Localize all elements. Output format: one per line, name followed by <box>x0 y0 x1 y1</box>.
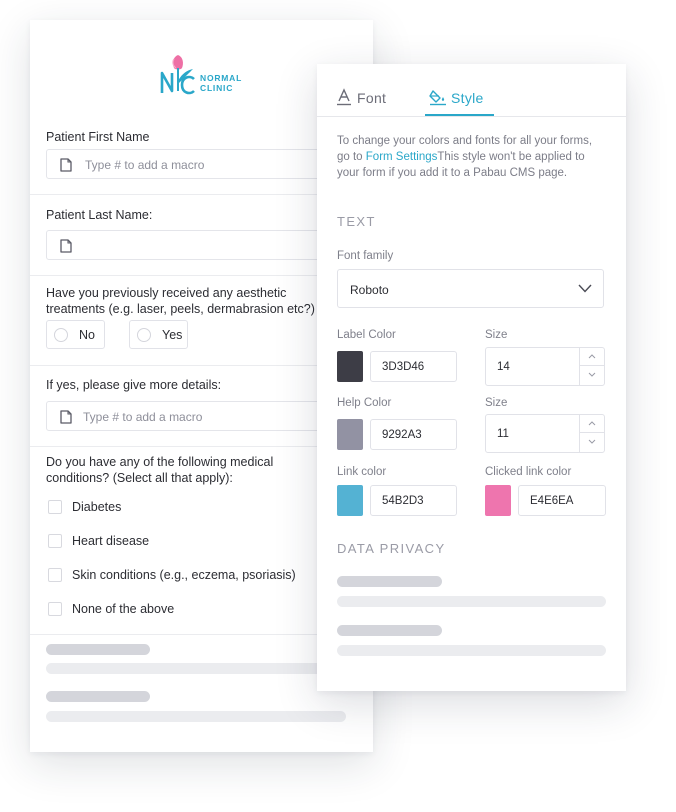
form-settings-link[interactable]: Form Settings <box>366 151 438 163</box>
first-name-placeholder: Type # to add a macro <box>85 158 205 172</box>
size-stepper <box>579 415 604 452</box>
font-family-label: Font family <box>337 250 394 262</box>
document-icon <box>60 239 72 253</box>
skeleton-line <box>46 711 346 722</box>
skeleton-line <box>46 691 150 702</box>
radio-circle <box>54 328 68 342</box>
chevron-down-icon <box>578 284 592 293</box>
help-size-value: 11 <box>497 428 509 440</box>
skeleton-line <box>337 625 442 636</box>
radio-label: Yes <box>162 328 183 342</box>
label-color-value: 3D3D46 <box>382 361 425 373</box>
style-info-text: To change your colors and fonts for all … <box>337 133 607 181</box>
document-icon <box>60 158 72 172</box>
checkbox-box <box>48 602 62 616</box>
checkbox-label: Heart disease <box>72 534 150 548</box>
link-color-value: 54B2D3 <box>382 495 424 507</box>
help-color-swatch[interactable] <box>337 419 363 450</box>
skeleton-line <box>337 576 442 587</box>
stepper-down-button[interactable] <box>580 366 604 384</box>
checkbox-box <box>48 500 62 514</box>
first-name-label: Patient First Name <box>46 130 150 144</box>
clicked-link-color-value: E4E6EA <box>530 495 574 507</box>
stepper-up-button[interactable] <box>580 348 604 366</box>
stepper-up-button[interactable] <box>580 415 604 433</box>
skeleton-line <box>337 596 606 607</box>
stepper-down-button[interactable] <box>580 433 604 451</box>
skeleton-line <box>46 663 346 674</box>
checkbox-label: Skin conditions (e.g., eczema, psoriasis… <box>72 568 296 582</box>
tab-style[interactable]: Style <box>425 88 494 116</box>
section-title-data-privacy: DATA PRIVACY <box>337 541 446 556</box>
details-label: If yes, please give more details: <box>46 378 222 392</box>
tulip-logo-icon <box>160 55 195 95</box>
conditions-question-line1: Do you have any of the following medical <box>46 455 274 469</box>
conditions-question-line2: conditions? (Select all that apply): <box>46 471 233 485</box>
help-color-input[interactable]: 9292A3 <box>370 419 457 450</box>
label-size-value: 14 <box>497 361 510 373</box>
chevron-up-icon <box>588 421 596 426</box>
tab-bar: Font Style <box>317 64 626 117</box>
active-tab-indicator <box>425 114 494 116</box>
chevron-up-icon <box>588 354 596 359</box>
conditions-question: Do you have any of the following medical… <box>46 454 273 486</box>
label-color-label: Label Color <box>337 329 396 341</box>
help-color-value: 9292A3 <box>382 429 422 441</box>
chevron-down-icon <box>588 439 596 444</box>
skeleton-line <box>337 645 606 656</box>
link-color-swatch[interactable] <box>337 485 363 516</box>
checkbox-box <box>48 534 62 548</box>
checkbox-label: None of the above <box>72 602 175 616</box>
paint-bucket-icon <box>429 90 446 106</box>
treatments-question-line2: treatments (e.g. laser, peels, dermabras… <box>46 302 315 316</box>
last-name-label: Patient Last Name: <box>46 208 153 222</box>
radio-option-yes[interactable]: Yes <box>129 320 188 349</box>
font-family-value: Roboto <box>350 283 389 297</box>
checkbox-box <box>48 568 62 582</box>
label-color-input[interactable]: 3D3D46 <box>370 351 457 382</box>
logo-text-normal: NORMAL <box>200 73 243 83</box>
label-size-input[interactable]: 14 <box>485 347 605 386</box>
label-color-swatch[interactable] <box>337 351 363 382</box>
radio-circle <box>137 328 151 342</box>
chevron-down-icon <box>588 372 596 377</box>
checkbox-label: Diabetes <box>72 500 122 514</box>
font-family-select[interactable]: Roboto <box>337 269 604 308</box>
radio-label: No <box>79 328 95 342</box>
section-title-text: TEXT <box>337 214 376 229</box>
details-placeholder: Type # to add a macro <box>83 410 203 424</box>
link-color-label: Link color <box>337 466 387 478</box>
clicked-link-color-input[interactable]: E4E6EA <box>518 485 606 516</box>
size-stepper <box>579 348 604 385</box>
label-size-label: Size <box>485 329 508 341</box>
document-icon <box>60 410 72 424</box>
help-size-input[interactable]: 11 <box>485 414 605 453</box>
tab-font-label: Font <box>357 90 387 106</box>
help-size-label: Size <box>485 397 508 409</box>
clicked-link-color-swatch[interactable] <box>485 485 511 516</box>
treatments-question-line1: Have you previously received any aesthet… <box>46 286 287 300</box>
radio-option-no[interactable]: No <box>46 320 105 349</box>
skeleton-line <box>46 644 150 655</box>
tab-style-label: Style <box>451 90 484 106</box>
style-settings-panel: Font Style To change your colors and fon… <box>317 64 626 691</box>
logo-text-clinic: CLINIC <box>200 83 234 93</box>
link-color-input[interactable]: 54B2D3 <box>370 485 457 516</box>
font-icon <box>337 88 351 106</box>
clinic-logo: NORMAL CLINIC <box>158 51 250 97</box>
help-color-label: Help Color <box>337 397 392 409</box>
clicked-link-color-label: Clicked link color <box>485 466 572 478</box>
tab-font[interactable]: Font <box>336 88 396 116</box>
treatments-question: Have you previously received any aesthet… <box>46 285 315 317</box>
